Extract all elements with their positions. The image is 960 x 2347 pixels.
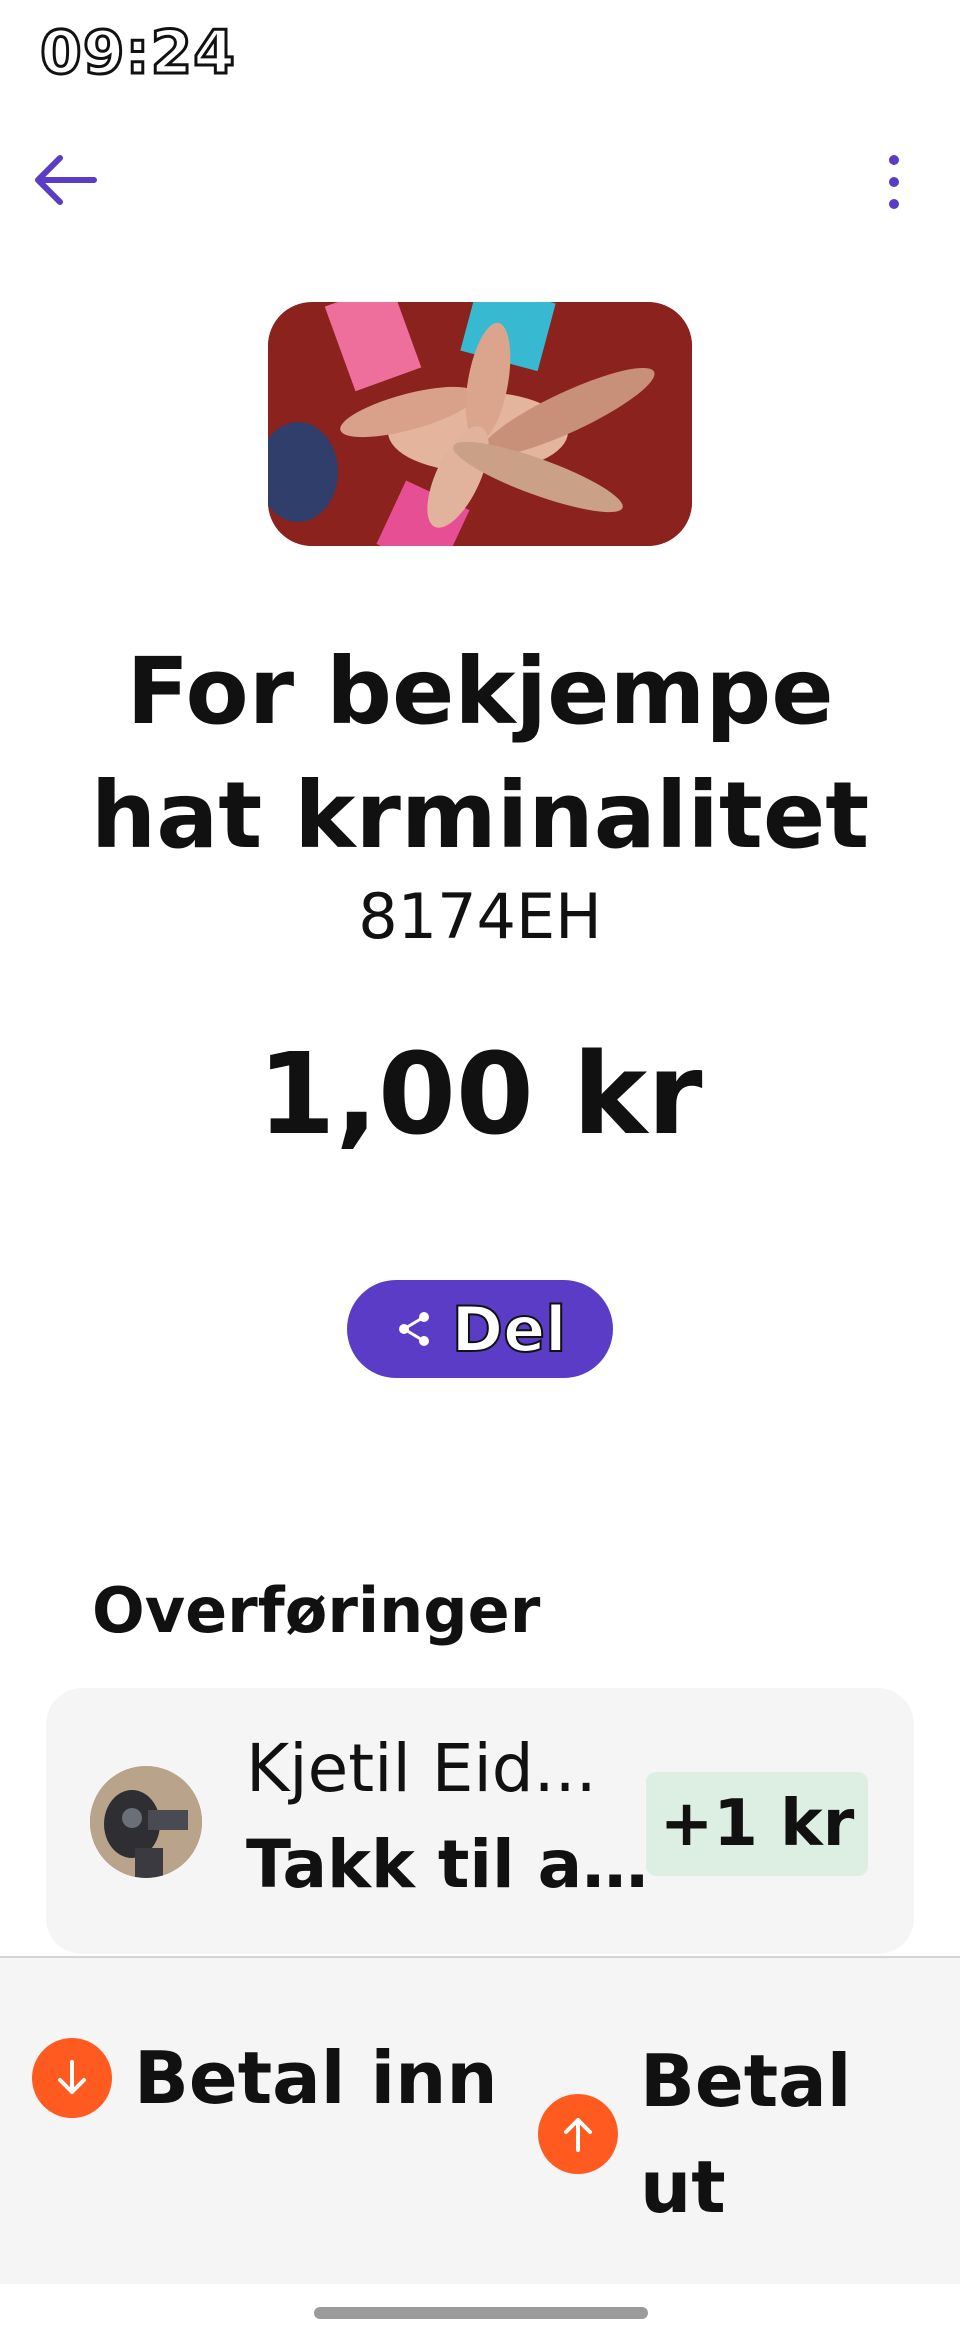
pay-in-button[interactable]: Betal inn	[32, 2028, 498, 2128]
share-icon	[398, 1312, 429, 1346]
hands-together-photo	[268, 302, 692, 546]
transfer-sender: Kjetil Eid...	[246, 1730, 597, 1807]
share-label: Del	[451, 1292, 568, 1367]
status-time: 09:24	[39, 17, 237, 90]
arrow-down-icon	[32, 2038, 112, 2118]
arrow-left-icon	[35, 155, 97, 205]
campaign-image	[268, 302, 692, 546]
share-button[interactable]: Del	[347, 1280, 613, 1378]
arrow-up-icon	[538, 2094, 618, 2174]
transfer-message: Takk til al...	[246, 1826, 666, 1903]
bottom-action-bar: Betal inn Betal ut	[0, 1956, 960, 2284]
more-menu-button[interactable]	[870, 150, 918, 214]
more-vertical-icon	[889, 155, 899, 209]
transfers-heading: Overføringer	[92, 1574, 541, 1647]
transfer-amount-badge: +1 kr	[646, 1772, 868, 1876]
pay-out-button[interactable]: Betal ut	[538, 2028, 852, 2240]
campaign-code: 8174EH	[358, 880, 602, 953]
avatar	[90, 1766, 202, 1878]
transfer-item[interactable]: Kjetil Eid... Takk til al... +1 kr	[46, 1688, 914, 1954]
home-indicator[interactable]	[314, 2307, 648, 2319]
pay-out-label: Betal ut	[640, 2039, 852, 2229]
back-button[interactable]	[30, 150, 102, 210]
campaign-amount: 1,00 kr	[257, 1030, 703, 1160]
pay-in-label: Betal inn	[134, 2036, 498, 2120]
campaign-title: For bekjempe hat krminalitet	[90, 638, 870, 869]
